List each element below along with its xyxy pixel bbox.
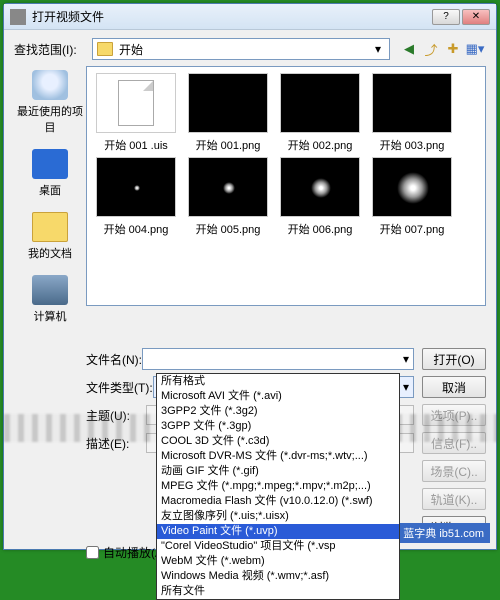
computer-icon xyxy=(32,275,68,305)
filetype-option[interactable]: "Corel VideoStudio" 项目文件 (*.vsp xyxy=(157,539,399,554)
chevron-down-icon: ▾ xyxy=(371,42,385,56)
info-button[interactable]: 信息(F).. xyxy=(422,432,486,454)
filetype-dropdown[interactable]: 所有格式Microsoft AVI 文件 (*.avi)3GPP2 文件 (*.… xyxy=(156,373,400,600)
file-name: 开始 005.png xyxy=(183,221,273,237)
file-item[interactable]: 开始 002.png xyxy=(275,73,365,153)
file-item[interactable]: 开始 006.png xyxy=(275,157,365,237)
file-item[interactable]: 开始 003.png xyxy=(367,73,457,153)
desc-label: 描述(E): xyxy=(86,435,146,452)
thumbnail xyxy=(280,73,360,133)
view-menu-icon[interactable]: ▦▾ xyxy=(466,40,484,58)
subject-label: 主题(U): xyxy=(86,407,146,424)
filetype-option[interactable]: MPEG 文件 (*.mpg;*.mpeg;*.mpv;*.m2p;...) xyxy=(157,479,399,494)
thumbnail xyxy=(280,157,360,217)
filetype-option[interactable]: 3GPP 文件 (*.3gp) xyxy=(157,419,399,434)
lookin-label: 查找范围(I): xyxy=(14,41,92,58)
window-title: 打开视频文件 xyxy=(32,8,430,25)
open-button[interactable]: 打开(O) xyxy=(422,348,486,370)
thumbnail xyxy=(372,73,452,133)
filetype-option[interactable]: Video Paint 文件 (*.uvp) xyxy=(157,524,399,539)
filetype-option[interactable]: 友立图像序列 (*.uis;*.uisx) xyxy=(157,509,399,524)
thumbnail xyxy=(188,73,268,133)
places-sidebar: 最近使用的项目 桌面 我的文档 计算机 xyxy=(14,66,86,338)
lookin-combo[interactable]: 开始 ▾ xyxy=(92,38,390,60)
file-item[interactable]: 开始 001.png xyxy=(183,73,273,153)
filename-label: 文件名(N): xyxy=(86,351,142,368)
file-item[interactable]: 开始 005.png xyxy=(183,157,273,237)
thumbnail xyxy=(188,157,268,217)
file-name: 开始 001.png xyxy=(183,137,273,153)
chevron-down-icon: ▾ xyxy=(393,352,409,366)
sidebar-item-desktop[interactable]: 桌面 xyxy=(32,149,68,198)
sidebar-item-computer[interactable]: 计算机 xyxy=(32,275,68,324)
close-button[interactable]: ✕ xyxy=(462,9,490,25)
file-name: 开始 002.png xyxy=(275,137,365,153)
filetype-option[interactable]: Macromedia Flash 文件 (v10.0.12.0) (*.swf) xyxy=(157,494,399,509)
file-name: 开始 003.png xyxy=(367,137,457,153)
filetype-option[interactable]: Microsoft AVI 文件 (*.avi) xyxy=(157,389,399,404)
filetype-option[interactable]: WebM 文件 (*.webm) xyxy=(157,554,399,569)
titlebar: 打开视频文件 ? ✕ xyxy=(4,4,496,30)
filename-input[interactable]: ▾ xyxy=(142,348,414,370)
cancel-button[interactable]: 取消 xyxy=(422,376,486,398)
filetype-option[interactable]: 所有文件 xyxy=(157,584,399,599)
scene-button[interactable]: 场景(C).. xyxy=(422,460,486,482)
sidebar-item-documents[interactable]: 我的文档 xyxy=(28,212,72,261)
recent-icon xyxy=(32,70,68,100)
documents-icon xyxy=(32,212,68,242)
file-name: 开始 001 .uis xyxy=(91,137,181,153)
help-button[interactable]: ? xyxy=(432,9,460,25)
file-item[interactable]: 开始 007.png xyxy=(367,157,457,237)
filetype-option[interactable]: 所有格式 xyxy=(157,374,399,389)
folder-icon xyxy=(97,42,113,56)
open-file-dialog: 打开视频文件 ? ✕ 查找范围(I): 开始 ▾ ◀ ⤴ ✚ ▦▾ 最近使用的项 xyxy=(3,3,497,550)
file-name: 开始 004.png xyxy=(91,221,181,237)
filetype-option[interactable]: 3GPP2 文件 (*.3g2) xyxy=(157,404,399,419)
thumbnail xyxy=(96,157,176,217)
thumbnail xyxy=(96,73,176,133)
app-icon xyxy=(10,9,26,25)
tracks-button[interactable]: 轨道(K).. xyxy=(422,488,486,510)
file-item[interactable]: 开始 004.png xyxy=(91,157,181,237)
file-item[interactable]: 开始 001 .uis xyxy=(91,73,181,153)
desktop-icon xyxy=(32,149,68,179)
back-icon[interactable]: ◀ xyxy=(400,40,418,58)
sidebar-item-recent[interactable]: 最近使用的项目 xyxy=(14,70,86,135)
filetype-option[interactable]: Windows Media 视频 (*.wmv;*.asf) xyxy=(157,569,399,584)
new-folder-icon[interactable]: ✚ xyxy=(444,40,462,58)
file-name: 开始 007.png xyxy=(367,221,457,237)
thumbnail xyxy=(372,157,452,217)
options-button[interactable]: 选项(P).. xyxy=(422,404,486,426)
filetype-label: 文件类型(T): xyxy=(86,379,153,396)
filetype-option[interactable]: Microsoft DVR-MS 文件 (*.dvr-ms;*.wtv;...) xyxy=(157,449,399,464)
up-icon[interactable]: ⤴ xyxy=(422,40,440,58)
watermark: 蓝字典 ib51.com xyxy=(397,523,490,543)
filetype-option[interactable]: COOL 3D 文件 (*.c3d) xyxy=(157,434,399,449)
filetype-option[interactable]: 动画 GIF 文件 (*.gif) xyxy=(157,464,399,479)
file-list[interactable]: 开始 001 .uis开始 001.png开始 002.png开始 003.pn… xyxy=(86,66,486,306)
file-name: 开始 006.png xyxy=(275,221,365,237)
lookin-value: 开始 xyxy=(119,41,371,58)
